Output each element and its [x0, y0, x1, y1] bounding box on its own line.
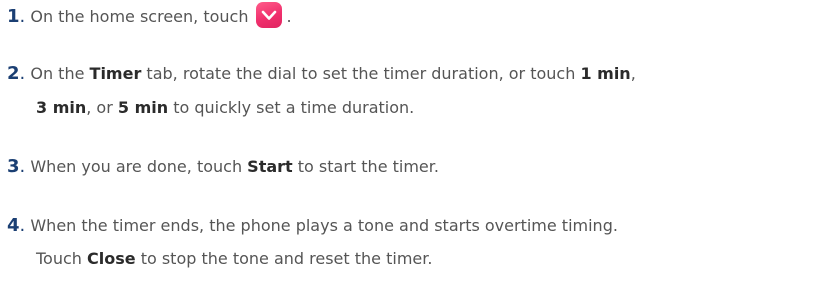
step-4-continued: Touch Close to stop the tone and reset t…	[36, 248, 432, 270]
close-label: Close	[87, 249, 136, 268]
step-text: On the home screen, touch	[30, 7, 249, 26]
step-text: to quickly set a time duration.	[168, 98, 415, 117]
step-3: 3. When you are done, touch Start to sta…	[7, 156, 439, 178]
step-text: ,	[630, 64, 636, 83]
step-text: Touch	[36, 249, 88, 268]
step-number: 4.	[7, 215, 26, 236]
step-number: 2.	[7, 63, 26, 84]
step-number: 3.	[7, 156, 26, 177]
step-text: tab, rotate the dial to set the timer du…	[141, 64, 581, 83]
step-text: to stop the tone and reset the timer.	[135, 249, 433, 268]
step-2-continued: 3 min, or 5 min to quickly set a time du…	[36, 97, 414, 119]
step-number: 1.	[7, 6, 26, 27]
step-text: .	[286, 7, 292, 26]
step-text: to start the timer.	[292, 157, 439, 176]
five-min-label: 5 min	[117, 98, 169, 117]
start-label: Start	[247, 157, 293, 176]
step-4: 4. When the timer ends, the phone plays …	[7, 215, 618, 237]
step-2: 2. On the Timer tab, rotate the dial to …	[7, 63, 636, 85]
step-1: 1. On the home screen, touch.	[7, 2, 292, 28]
step-text: , or	[86, 98, 118, 117]
step-text: When the timer ends, the phone plays a t…	[30, 216, 618, 235]
clock-app-icon	[256, 2, 283, 28]
one-min-label: 1 min	[580, 64, 631, 83]
step-text: When you are done, touch	[30, 157, 248, 176]
timer-tab-label: Timer	[89, 64, 142, 83]
three-min-label: 3 min	[36, 98, 87, 117]
step-text: On the	[30, 64, 90, 83]
